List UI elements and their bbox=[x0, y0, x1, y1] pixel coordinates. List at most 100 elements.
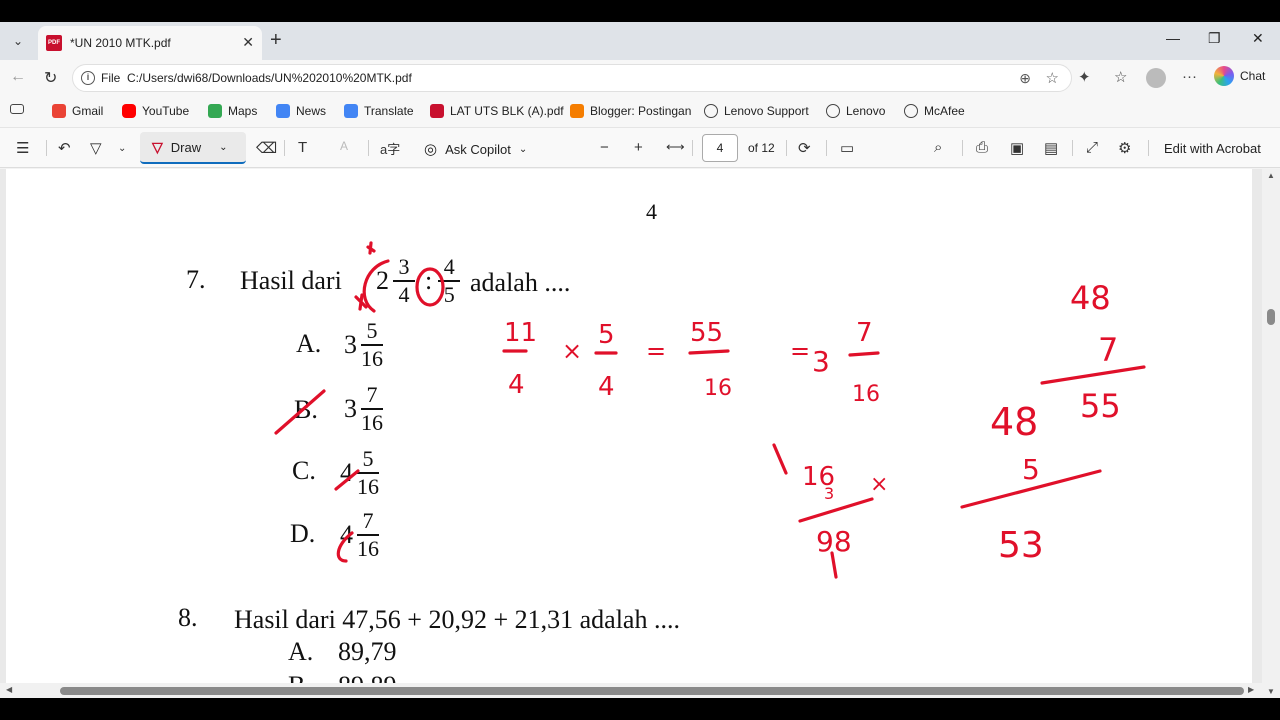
divider bbox=[368, 140, 369, 156]
bookmark-blogger[interactable]: Blogger: Postingan bbox=[570, 104, 691, 118]
zoom-icon[interactable]: ⊕ bbox=[1019, 70, 1031, 87]
info-icon[interactable]: i bbox=[81, 71, 95, 85]
fullscreen-icon[interactable]: ⤢ bbox=[1086, 139, 1098, 156]
option-fraction: 7 16 bbox=[357, 509, 379, 561]
zoom-in-icon[interactable]: + bbox=[634, 139, 643, 156]
globe-icon bbox=[826, 104, 840, 118]
save-icon[interactable]: ▣ bbox=[1010, 139, 1024, 157]
bookmark-news[interactable]: News bbox=[276, 104, 326, 118]
search-icon[interactable]: ⌕ bbox=[934, 139, 942, 156]
tab-actions-menu-icon[interactable]: ⌄ bbox=[6, 30, 30, 52]
restore-icon[interactable]: ❐ bbox=[1208, 30, 1221, 47]
contents-icon[interactable]: ☰ bbox=[16, 139, 29, 157]
save-as-icon[interactable]: ▤ bbox=[1044, 139, 1058, 157]
horizontal-scrollbar[interactable]: ◀ ▶ bbox=[0, 683, 1262, 698]
bookmark-label: YouTube bbox=[142, 104, 190, 118]
ink-digit: 7 bbox=[856, 318, 873, 348]
fit-page-icon[interactable]: ⟷ bbox=[666, 139, 685, 155]
highlight-dropdown-icon[interactable]: ⌄ bbox=[118, 143, 126, 154]
page-number-input[interactable]: 4 bbox=[702, 134, 738, 162]
ink-digit: 16 bbox=[704, 376, 732, 401]
zoom-out-icon[interactable]: − bbox=[600, 139, 609, 156]
ink-division-line bbox=[798, 497, 874, 523]
more-options-icon[interactable]: ··· bbox=[1182, 68, 1197, 85]
read-aloud-icon[interactable]: a字 bbox=[380, 139, 400, 158]
address-row: ← ↻ i File C:/Users/dwi68/Downloads/UN%2… bbox=[0, 60, 1280, 96]
bookmark-maps[interactable]: Maps bbox=[208, 104, 257, 118]
close-window-icon[interactable]: ✕ bbox=[1252, 30, 1264, 47]
bookmark-gmail[interactable]: Gmail bbox=[52, 104, 103, 118]
scroll-right-icon[interactable]: ▶ bbox=[1248, 685, 1254, 694]
ink-division-line bbox=[1040, 365, 1146, 385]
close-tab-icon[interactable]: ✕ bbox=[242, 34, 254, 51]
ink-digit: 7 bbox=[1098, 331, 1118, 369]
question-7-number: 7. bbox=[186, 265, 206, 294]
bookmarks-bar: Gmail YouTube Maps News Translate LAT UT… bbox=[0, 96, 1280, 128]
bookmark-translate[interactable]: Translate bbox=[344, 104, 414, 118]
ink-fraction-bar bbox=[848, 351, 880, 357]
bookmark-lat-uts[interactable]: LAT UTS BLK (A).pdf bbox=[430, 104, 564, 118]
bookmark-lenovo[interactable]: Lenovo bbox=[826, 104, 885, 118]
vertical-scrollbar[interactable]: ▲ ▼ bbox=[1262, 169, 1280, 698]
ask-copilot-button[interactable]: ◎ Ask Copilot ⌄ bbox=[424, 140, 527, 158]
vertical-scroll-thumb[interactable] bbox=[1267, 309, 1275, 325]
favorites-icon[interactable]: ☆ bbox=[1114, 68, 1127, 86]
scroll-down-icon[interactable]: ▼ bbox=[1267, 687, 1275, 696]
favorite-star-icon[interactable]: ☆ bbox=[1046, 69, 1059, 87]
copilot-chat-button[interactable]: Chat bbox=[1214, 66, 1265, 86]
url-text[interactable]: C:/Users/dwi68/Downloads/UN%202010%20MTK… bbox=[127, 71, 412, 85]
bookmark-mcafee[interactable]: McAfee bbox=[904, 104, 965, 118]
new-tab-icon[interactable]: + bbox=[270, 30, 282, 50]
option-letter: D. bbox=[290, 519, 316, 548]
edit-with-acrobat-button[interactable]: Edit with Acrobat bbox=[1164, 141, 1261, 156]
print-icon[interactable]: ⎙ bbox=[976, 139, 988, 156]
profile-avatar[interactable] bbox=[1146, 68, 1166, 88]
horizontal-scroll-thumb[interactable] bbox=[60, 687, 1244, 695]
denominator: 5 bbox=[443, 281, 455, 307]
divider bbox=[46, 140, 47, 156]
scroll-left-icon[interactable]: ◀ bbox=[6, 685, 12, 694]
settings-gear-icon[interactable]: ⚙ bbox=[1118, 139, 1131, 157]
highlight-icon[interactable]: ▽ bbox=[90, 139, 102, 157]
ink-digit: 53 bbox=[998, 525, 1044, 566]
ink-digit: 16 bbox=[852, 382, 880, 407]
option-letter: B. bbox=[294, 395, 318, 424]
page-view-icon[interactable]: ▭ bbox=[840, 139, 854, 157]
extensions-icon[interactable]: ✦ bbox=[1078, 68, 1091, 86]
back-icon[interactable]: ← bbox=[10, 68, 26, 86]
rotate-icon[interactable]: ⟳ bbox=[798, 139, 811, 157]
text-box-icon[interactable]: T bbox=[298, 139, 307, 156]
minimize-icon[interactable]: — bbox=[1166, 30, 1180, 46]
ink-digit: 5 bbox=[598, 320, 615, 350]
bookmark-lenovo-support[interactable]: Lenovo Support bbox=[704, 104, 809, 118]
refresh-icon[interactable]: ↻ bbox=[44, 68, 57, 88]
q7-fraction-1: 3 4 bbox=[393, 255, 415, 307]
copilot-icon: ◎ bbox=[424, 141, 438, 158]
tab-active[interactable]: PDF *UN 2010 MTK.pdf ✕ bbox=[38, 26, 262, 60]
bookmarks-toggle-icon[interactable] bbox=[10, 104, 24, 114]
divider bbox=[962, 140, 963, 156]
ask-copilot-label: Ask Copilot bbox=[445, 141, 511, 157]
news-icon bbox=[276, 104, 290, 118]
globe-icon bbox=[704, 104, 718, 118]
translate-icon bbox=[344, 104, 358, 118]
draw-button[interactable]: ▽ Draw ⌄ bbox=[140, 132, 246, 164]
address-bar[interactable]: i File C:/Users/dwi68/Downloads/UN%20201… bbox=[72, 64, 1072, 92]
option-value: 89,79 bbox=[338, 637, 397, 666]
draw-dropdown-icon[interactable]: ⌄ bbox=[219, 142, 227, 153]
divider bbox=[1148, 140, 1149, 156]
ink-digit: 5 bbox=[1022, 453, 1040, 486]
numerator: 5 bbox=[362, 446, 374, 471]
ink-symbol: = bbox=[790, 337, 810, 365]
option-whole: 4 bbox=[340, 457, 353, 487]
denominator: 16 bbox=[361, 409, 383, 435]
denominator: 16 bbox=[357, 473, 379, 499]
letterbox-bottom bbox=[0, 698, 1280, 720]
divider bbox=[692, 140, 693, 156]
scroll-up-icon[interactable]: ▲ bbox=[1267, 171, 1275, 180]
pdf-page[interactable]: 4 7. Hasil dari 2 3 4 : 4 5 adalah .... bbox=[6, 169, 1252, 698]
eraser-icon[interactable]: ⌫ bbox=[256, 139, 277, 157]
ink-stroke bbox=[830, 551, 838, 579]
bookmark-youtube[interactable]: YouTube bbox=[122, 104, 189, 118]
undo-icon[interactable]: ↶ bbox=[58, 139, 71, 157]
